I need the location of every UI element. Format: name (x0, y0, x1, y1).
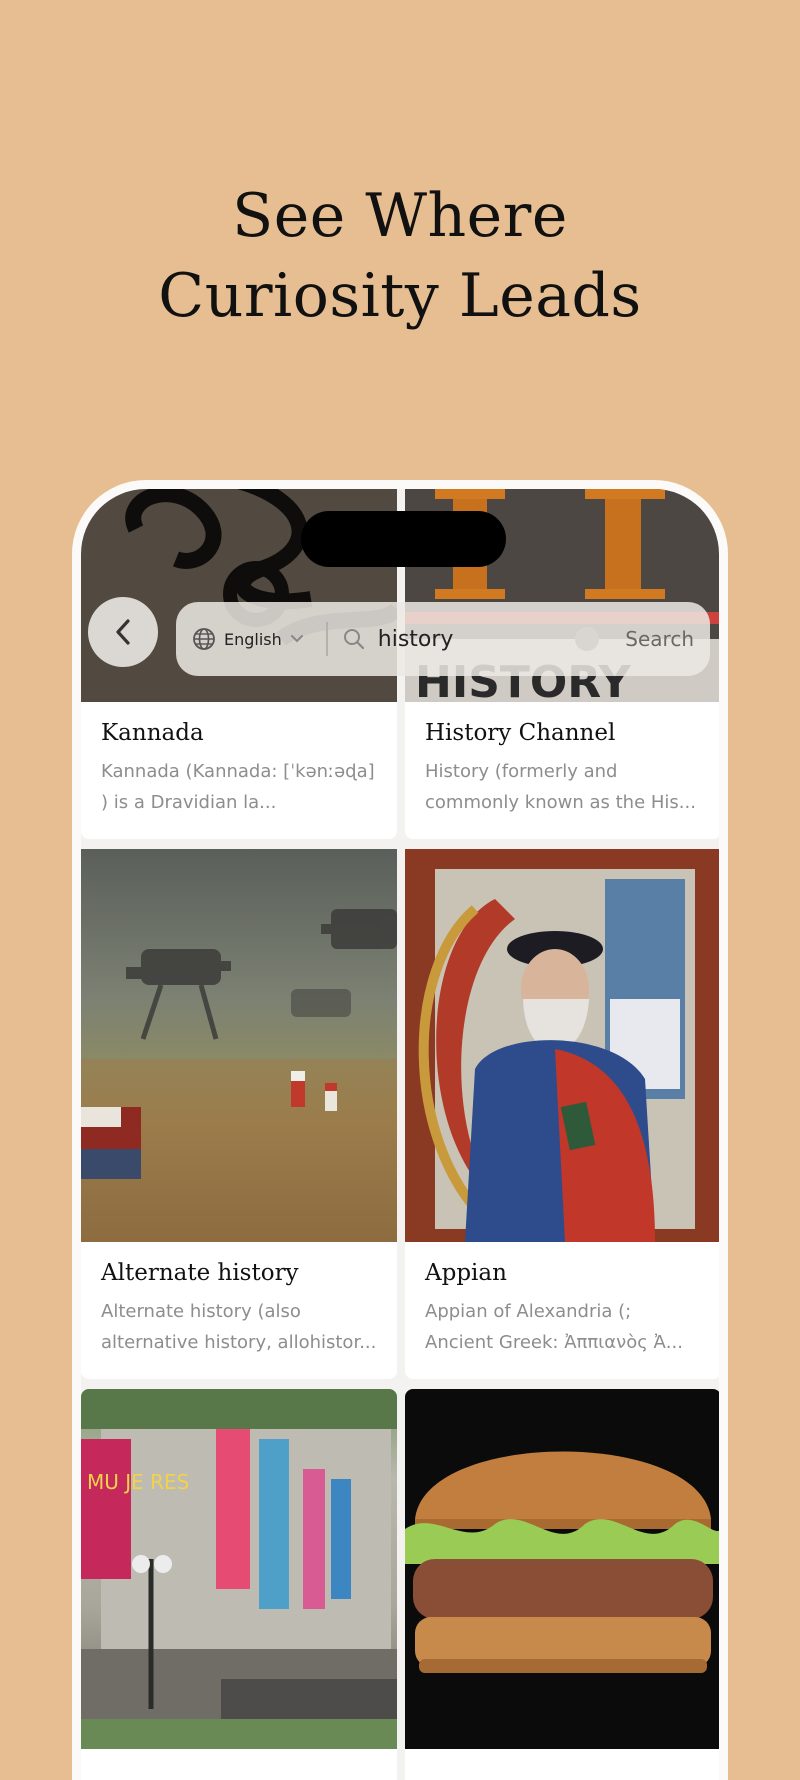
museum-thumbnail: MU JE RES (81, 1389, 397, 1749)
headline-line-2: Curiosity Leads (158, 261, 642, 331)
result-card-burger[interactable] (405, 1389, 719, 1780)
language-selector[interactable]: English (192, 627, 304, 651)
result-card-museum[interactable]: MU JE RES (81, 1389, 397, 1780)
result-description: Appian of Alexandria (; Ancient Greek: Ἀ… (425, 1301, 683, 1353)
divider (325, 622, 328, 656)
dynamic-island (301, 511, 506, 567)
result-description: Alternate history (also alternative hist… (101, 1301, 377, 1353)
headline-line-1: See Where (232, 181, 568, 251)
search-icon (343, 629, 364, 650)
headline: See Where Curiosity Leads (0, 176, 800, 336)
result-card-alternate-history[interactable]: Alternate history Alternate history (als… (81, 849, 397, 1379)
alternate-history-thumbnail (81, 849, 397, 1242)
result-card-appian[interactable]: Appian Appian of Alexandria (; Ancient G… (405, 849, 719, 1379)
search-input[interactable]: history (378, 627, 576, 652)
chevron-down-icon (290, 635, 303, 643)
result-title: Appian (425, 1260, 507, 1286)
result-description: History (formerly and commonly known as … (425, 761, 696, 813)
back-button[interactable] (88, 597, 158, 667)
search-bar: English history Search (176, 602, 710, 676)
burger-thumbnail (405, 1389, 719, 1749)
phone-mockup: Kannada Kannada (Kannada: [ˈkənːəɖa] ) i… (72, 480, 728, 1780)
globe-icon (193, 628, 215, 650)
language-label: English (224, 629, 282, 649)
result-title: Alternate history (101, 1260, 299, 1286)
museum-banner-text: MU JE RES (87, 1470, 189, 1494)
search-button[interactable]: Search (625, 627, 694, 651)
result-description: Kannada (Kannada: [ˈkənːəɖa] ) is a Drav… (101, 761, 375, 813)
chevron-left-icon (116, 619, 130, 645)
result-title: History Channel (425, 720, 616, 746)
result-title: Kannada (101, 720, 204, 746)
appian-thumbnail (405, 849, 719, 1242)
clear-icon[interactable] (575, 627, 600, 651)
